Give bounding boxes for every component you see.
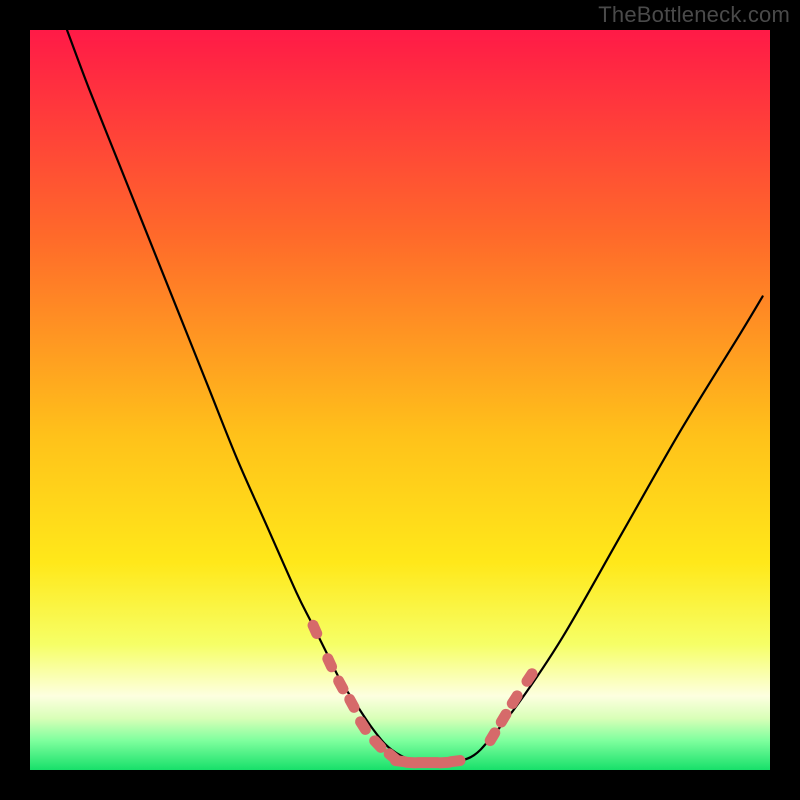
gradient-background bbox=[30, 30, 770, 770]
outer-frame: TheBottleneck.com bbox=[0, 0, 800, 800]
plot-area bbox=[30, 30, 770, 770]
chart-svg bbox=[30, 30, 770, 770]
watermark-text: TheBottleneck.com bbox=[598, 2, 790, 28]
